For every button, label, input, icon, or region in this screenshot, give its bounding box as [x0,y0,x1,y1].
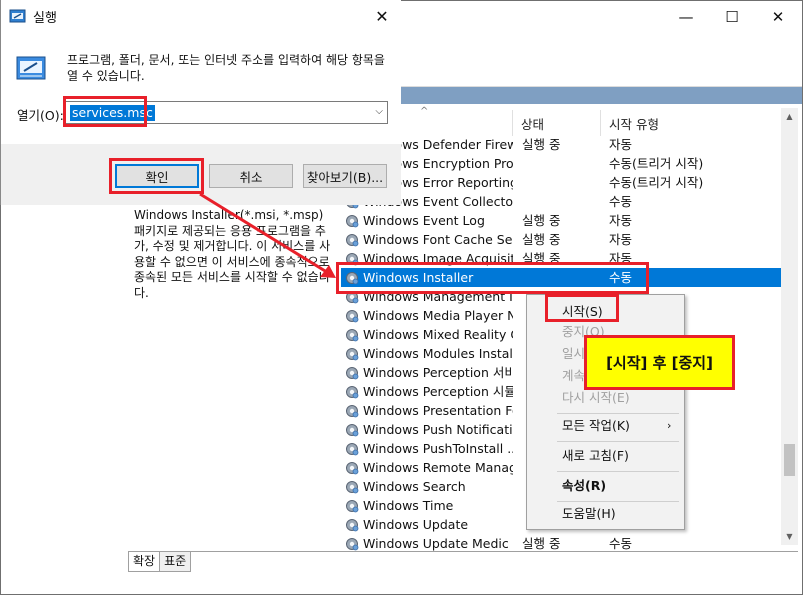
browse-button[interactable]: 찾아보기(B)... [303,164,387,188]
menu-item-properties[interactable]: 속성(R) [527,475,684,497]
service-gear-icon [346,424,359,437]
service-name: Windows Remote Manag... [363,460,513,475]
service-gear-icon [346,348,359,361]
service-startup-type: 자동 [609,232,633,247]
service-name: Windows Search [363,479,466,494]
service-row[interactable]: Windows Encryption Prov...수동(트리거 시작) [341,154,781,173]
service-startup-type: 수동 [609,194,633,209]
column-header-status[interactable]: 상태 [521,110,544,136]
menu-item-all-tasks[interactable]: 모든 작업(K) [527,415,684,437]
service-gear-icon [346,500,359,513]
service-row[interactable]: Windows Font Cache Ser... 실행 중 자동 [341,230,781,249]
service-name: Windows Event Log [363,213,485,228]
service-row[interactable]: Windows Defender Firewall실행 중자동 [341,135,781,154]
column-separator [600,110,601,136]
service-gear-icon [346,329,359,342]
tab-divider [128,551,798,552]
service-name: Windows Perception 시뮬... [363,384,513,399]
service-status: 실행 중 [522,213,561,228]
run-description: 프로그램, 폴더, 문서, 또는 인터넷 주소를 입력하여 해당 항목을 열 수… [67,53,385,83]
service-gear-icon [346,462,359,475]
highlight-installer-row [336,262,649,294]
service-row[interactable]: Windows Event Collector 수동 [341,192,781,211]
run-dialog-body [1,32,401,144]
menu-separator [557,501,679,502]
service-name: Windows Mixed Reality O... [363,327,513,342]
maximize-button[interactable]: ☐ [709,3,755,31]
service-gear-icon [346,215,359,228]
menu-item-restart: 다시 시작(E) [562,390,630,405]
service-name: Windows Push Notificati... [363,422,513,437]
service-name: Windows Modules Installer [363,346,513,361]
chevron-right-icon: › [667,419,672,432]
menu-item-help[interactable]: 도움말(H) [527,503,684,525]
service-row[interactable]: Windows Event Log 실행 중 자동 [341,211,781,230]
sort-caret-icon: ^ [420,106,429,117]
run-icon [9,9,26,23]
service-gear-icon [346,443,359,456]
menu-separator [557,441,679,442]
services-titlebar: — ☐ ✕ [401,1,802,33]
tab-standard[interactable]: 표준 [159,552,192,572]
service-startup-type: 자동 [609,137,633,152]
tab-extended[interactable]: 확장 [128,552,161,572]
service-gear-icon [346,519,359,532]
service-gear-icon [346,405,359,418]
service-gear-icon [346,386,359,399]
run-program-icon [16,56,46,80]
scroll-down-icon[interactable]: ▼ [781,528,798,545]
minimize-button[interactable]: — [663,3,709,31]
close-icon[interactable]: ✕ [367,4,397,28]
highlight-ok-button [109,158,204,194]
service-startup-type: 수동(트리거 시작) [609,175,704,190]
service-gear-icon [346,234,359,247]
highlight-start-item [545,294,619,322]
service-name: Windows Update [363,517,469,532]
highlight-input [63,96,147,127]
instruction-callout: [시작] 후 [중지] [584,335,735,390]
window-close-button[interactable]: ✕ [755,3,801,31]
service-status: 실행 중 [522,232,561,247]
service-description: Windows Installer(*.msi, *.msp) 패키지로 제공되… [134,208,331,300]
service-gear-icon [346,481,359,494]
open-label: 열기(O): [17,108,64,123]
service-name: Windows Time [363,498,454,513]
chevron-down-icon[interactable]: ⌵ [375,106,383,117]
service-gear-icon [346,310,359,323]
run-title: 실행 [33,11,57,26]
service-startup-type: 자동 [609,213,633,228]
service-name: Windows Presentation Fo... [363,403,513,418]
vertical-scrollbar[interactable]: ▲ ▼ [781,108,798,545]
view-tabs: 확장 표준 [128,552,192,572]
service-gear-icon [346,538,359,551]
service-name: Windows Font Cache Ser... [363,232,513,247]
toolbar [401,55,802,87]
menu-separator [557,413,679,414]
menu-item-refresh[interactable]: 새로 고침(F) [527,445,684,467]
context-menu: 시작(S) 중지(O) 일시 중지(U) 계속(M) 다시 시작(E) 모든 작… [526,294,685,530]
service-status: 실행 중 [522,137,561,152]
column-separator [512,110,513,136]
run-titlebar: 실행 ✕ [1,0,401,32]
service-name: Windows Media Player N... [363,308,513,323]
scrollbar-thumb[interactable] [784,444,795,476]
service-name: Windows Perception 서비... [363,365,513,380]
menu-separator [557,471,679,472]
service-name: Windows PushToInstall ... [363,441,513,456]
service-startup-type: 수동(트리거 시작) [609,156,704,171]
service-row[interactable]: Windows Error Reporting ...수동(트리거 시작) [341,173,781,192]
column-header-startup-type[interactable]: 시작 유형 [609,110,659,136]
cancel-button[interactable]: 취소 [209,164,293,188]
menu-bar [401,33,802,55]
scroll-up-icon[interactable]: ▲ [781,108,798,125]
services-header-band [401,87,802,104]
service-gear-icon [346,367,359,380]
